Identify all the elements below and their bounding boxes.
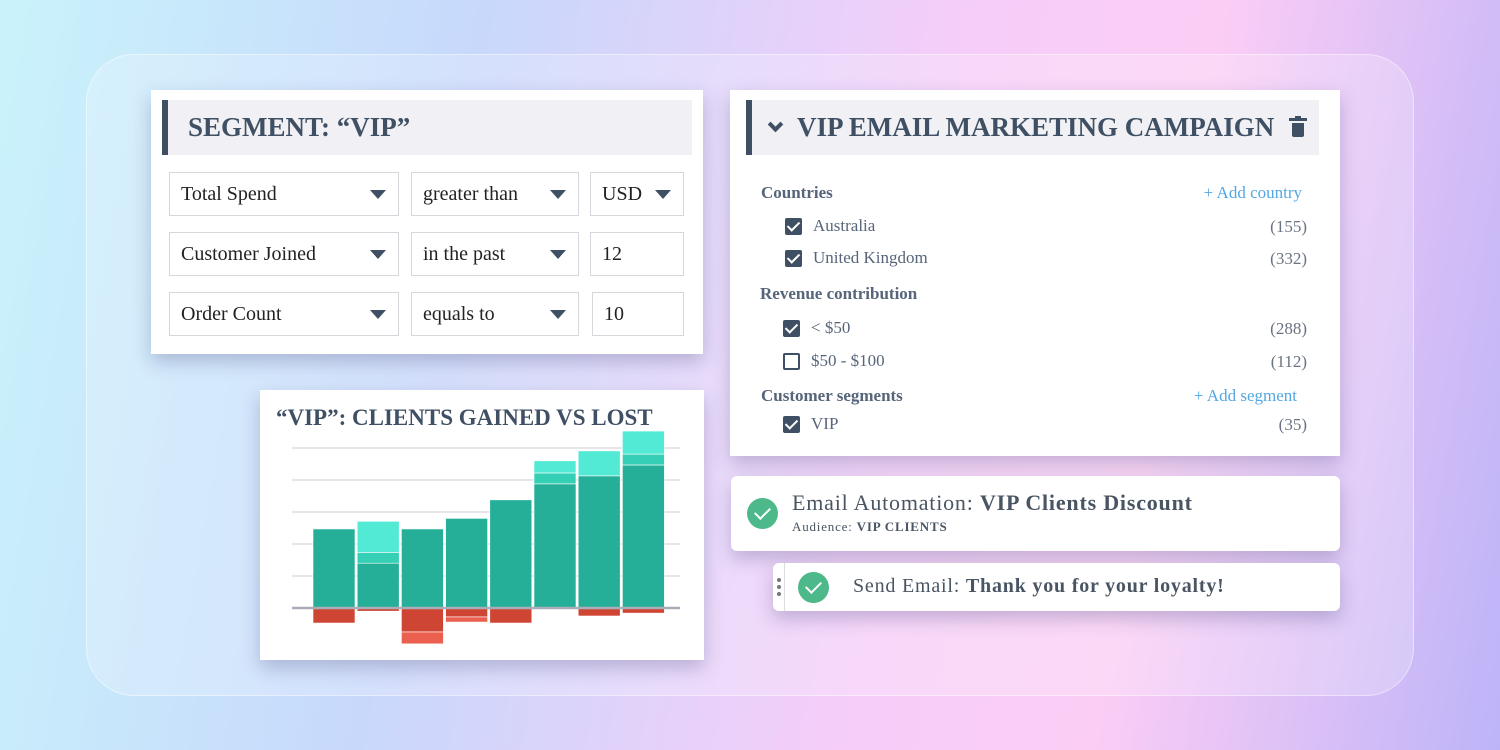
revenue-option[interactable]: < $50 bbox=[783, 318, 850, 338]
rule-field-dropdown[interactable]: Order Count bbox=[169, 292, 399, 336]
bar-gained-base bbox=[489, 499, 533, 609]
rule-value-input[interactable]: 12 bbox=[590, 232, 684, 276]
bar-gained-base bbox=[622, 464, 665, 609]
caret-down-icon bbox=[370, 190, 386, 199]
trash-icon[interactable] bbox=[1289, 116, 1307, 137]
option-label: United Kingdom bbox=[813, 248, 928, 267]
rule-field-value: Total Spend bbox=[181, 182, 277, 205]
rule-operator-value: greater than bbox=[423, 182, 518, 205]
audience: Audience: VIP CLIENTS bbox=[792, 519, 947, 535]
bar-gained-top bbox=[622, 430, 665, 455]
checkbox[interactable] bbox=[785, 217, 802, 235]
rule-field-dropdown[interactable]: Customer Joined bbox=[169, 232, 399, 276]
rule-field-dropdown[interactable]: Total Spend bbox=[169, 172, 399, 216]
rule-field-value: Customer Joined bbox=[181, 242, 316, 265]
segment-header: SEGMENT: “VIP” bbox=[162, 100, 692, 155]
bar-gained-top bbox=[577, 450, 621, 477]
chart-card: “VIP”: CLIENTS GAINED VS LOST bbox=[260, 390, 704, 660]
chart bbox=[292, 430, 680, 645]
option-label: VIP bbox=[811, 414, 839, 433]
bar-lost-base bbox=[401, 607, 444, 633]
checkbox[interactable] bbox=[783, 352, 800, 370]
caret-down-icon bbox=[655, 190, 671, 199]
countries-option[interactable]: Australia bbox=[785, 216, 875, 236]
option-count: (288) bbox=[1270, 319, 1307, 338]
add-country-link[interactable]: + Add country bbox=[1204, 183, 1302, 203]
bar-gained-base bbox=[356, 562, 400, 609]
rule-operator-dropdown[interactable]: greater than bbox=[411, 172, 579, 216]
rule-operator-value: in the past bbox=[423, 242, 506, 265]
bar-gained-mid bbox=[533, 472, 577, 485]
send-email-prefix: Send Email: bbox=[853, 575, 966, 597]
option-count: (332) bbox=[1270, 249, 1307, 268]
bar-gained-base bbox=[533, 483, 577, 609]
campaign-header[interactable]: VIP EMAIL MARKETING CAMPAIGN bbox=[746, 100, 1319, 155]
automation-name: VIP Clients Discount bbox=[979, 490, 1193, 515]
campaign-title: VIP EMAIL MARKETING CAMPAIGN bbox=[797, 112, 1275, 142]
bar-gained-base bbox=[577, 475, 621, 609]
send-email-subject: Thank you for your loyalty! bbox=[965, 575, 1225, 597]
check-circle-icon bbox=[747, 498, 778, 529]
checkbox[interactable] bbox=[783, 415, 800, 433]
segments-option[interactable]: VIP bbox=[783, 414, 838, 434]
caret-down-icon bbox=[370, 250, 386, 259]
bar-lost-base bbox=[445, 607, 488, 618]
bar-gained-base bbox=[445, 518, 488, 609]
rule-value: USD bbox=[602, 182, 643, 205]
bar-gained-base bbox=[312, 528, 356, 609]
campaign-card: VIP EMAIL MARKETING CAMPAIGN Countries +… bbox=[730, 90, 1340, 456]
rule-value: 10 bbox=[604, 302, 624, 325]
rule-operator-dropdown[interactable]: equals to bbox=[411, 292, 579, 336]
segment-title: SEGMENT: “VIP” bbox=[188, 112, 411, 142]
bar-gained-mid bbox=[356, 552, 400, 564]
bar-gained-base bbox=[401, 528, 444, 609]
bar-gained-top bbox=[356, 520, 400, 553]
bar-gained-top bbox=[533, 460, 577, 474]
option-label: $50 - $100 bbox=[811, 351, 885, 370]
rule-field-value: Order Count bbox=[181, 302, 282, 325]
caret-down-icon bbox=[550, 310, 566, 319]
rule-value-input[interactable]: 10 bbox=[592, 292, 684, 336]
revenue-label: Revenue contribution bbox=[760, 284, 918, 303]
option-count: (112) bbox=[1270, 352, 1307, 371]
option-count: (155) bbox=[1270, 217, 1307, 236]
drag-handle-icon[interactable] bbox=[773, 563, 785, 611]
countries-label: Countries bbox=[761, 183, 833, 202]
bar-lost-extra bbox=[445, 616, 488, 623]
add-segment-link[interactable]: + Add segment bbox=[1194, 386, 1297, 406]
rule-value-dropdown[interactable]: USD bbox=[590, 172, 684, 216]
option-count: (35) bbox=[1278, 415, 1307, 434]
check-circle-icon bbox=[798, 572, 829, 603]
automation-prefix: Email Automation: bbox=[792, 490, 980, 515]
segments-label: Customer segments bbox=[761, 386, 903, 405]
countries-option[interactable]: United Kingdom bbox=[785, 248, 928, 268]
send-email-text: Send Email: Thank you for your loyalty! bbox=[853, 575, 1225, 598]
bar-gained-mid bbox=[622, 453, 665, 466]
chevron-down-icon[interactable] bbox=[767, 116, 784, 133]
bar-lost-base bbox=[489, 607, 533, 624]
bar-lost-base bbox=[312, 607, 356, 624]
send-email-card[interactable]: Send Email: Thank you for your loyalty! bbox=[773, 563, 1340, 611]
option-label: Australia bbox=[813, 216, 876, 235]
checkbox[interactable] bbox=[785, 249, 802, 267]
checkbox[interactable] bbox=[783, 319, 800, 337]
option-label: < $50 bbox=[811, 318, 851, 337]
revenue-option[interactable]: $50 - $100 bbox=[783, 351, 885, 371]
caret-down-icon bbox=[550, 190, 566, 199]
segment-card: SEGMENT: “VIP” Total Spend greater than … bbox=[151, 90, 703, 354]
audience-value: VIP CLIENTS bbox=[856, 519, 948, 534]
rule-operator-value: equals to bbox=[423, 302, 495, 325]
caret-down-icon bbox=[550, 250, 566, 259]
rule-operator-dropdown[interactable]: in the past bbox=[411, 232, 579, 276]
automation-card[interactable]: Email Automation: VIP Clients Discount A… bbox=[731, 476, 1340, 551]
automation-title: Email Automation: VIP Clients Discount bbox=[792, 490, 1193, 516]
rule-value: 12 bbox=[602, 242, 622, 265]
caret-down-icon bbox=[370, 310, 386, 319]
audience-label: Audience: bbox=[792, 519, 857, 534]
bar-lost-extra bbox=[401, 631, 444, 645]
